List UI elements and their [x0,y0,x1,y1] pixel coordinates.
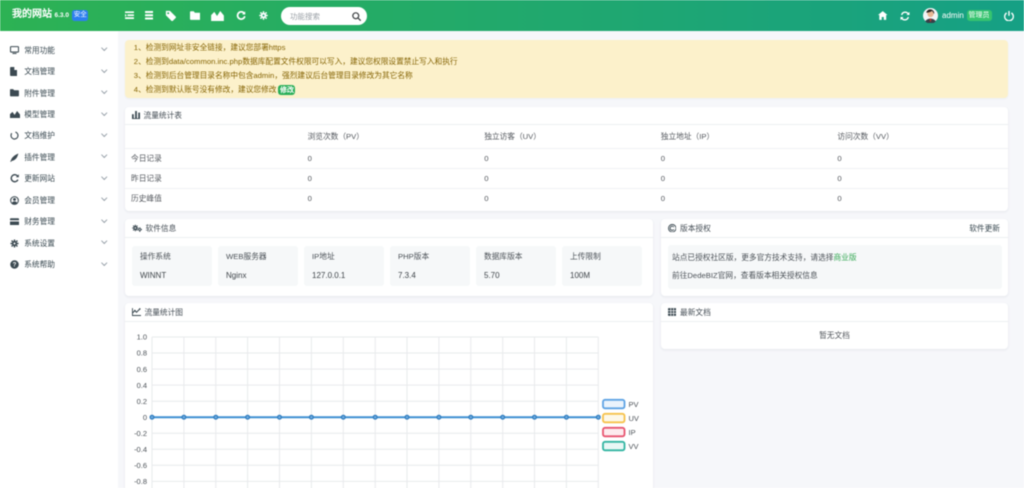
svg-text:PV: PV [629,400,639,409]
svg-text:IP: IP [629,428,636,437]
svg-text:-0.8: -0.8 [134,477,147,486]
svg-text:0.2: 0.2 [137,397,147,406]
svg-text:VV: VV [629,442,639,451]
svg-text:-0.4: -0.4 [134,445,147,454]
svg-text:?: ? [12,262,16,269]
svg-text:0.8: 0.8 [137,349,147,358]
svg-text:0.4: 0.4 [137,381,147,390]
svg-text:UV: UV [629,414,639,423]
svg-text:1.0: 1.0 [137,333,147,342]
svg-text:-0.6: -0.6 [134,461,147,470]
svg-text:0: 0 [143,413,147,422]
svg-text:-0.2: -0.2 [134,429,147,438]
svg-text:0.6: 0.6 [137,365,147,374]
